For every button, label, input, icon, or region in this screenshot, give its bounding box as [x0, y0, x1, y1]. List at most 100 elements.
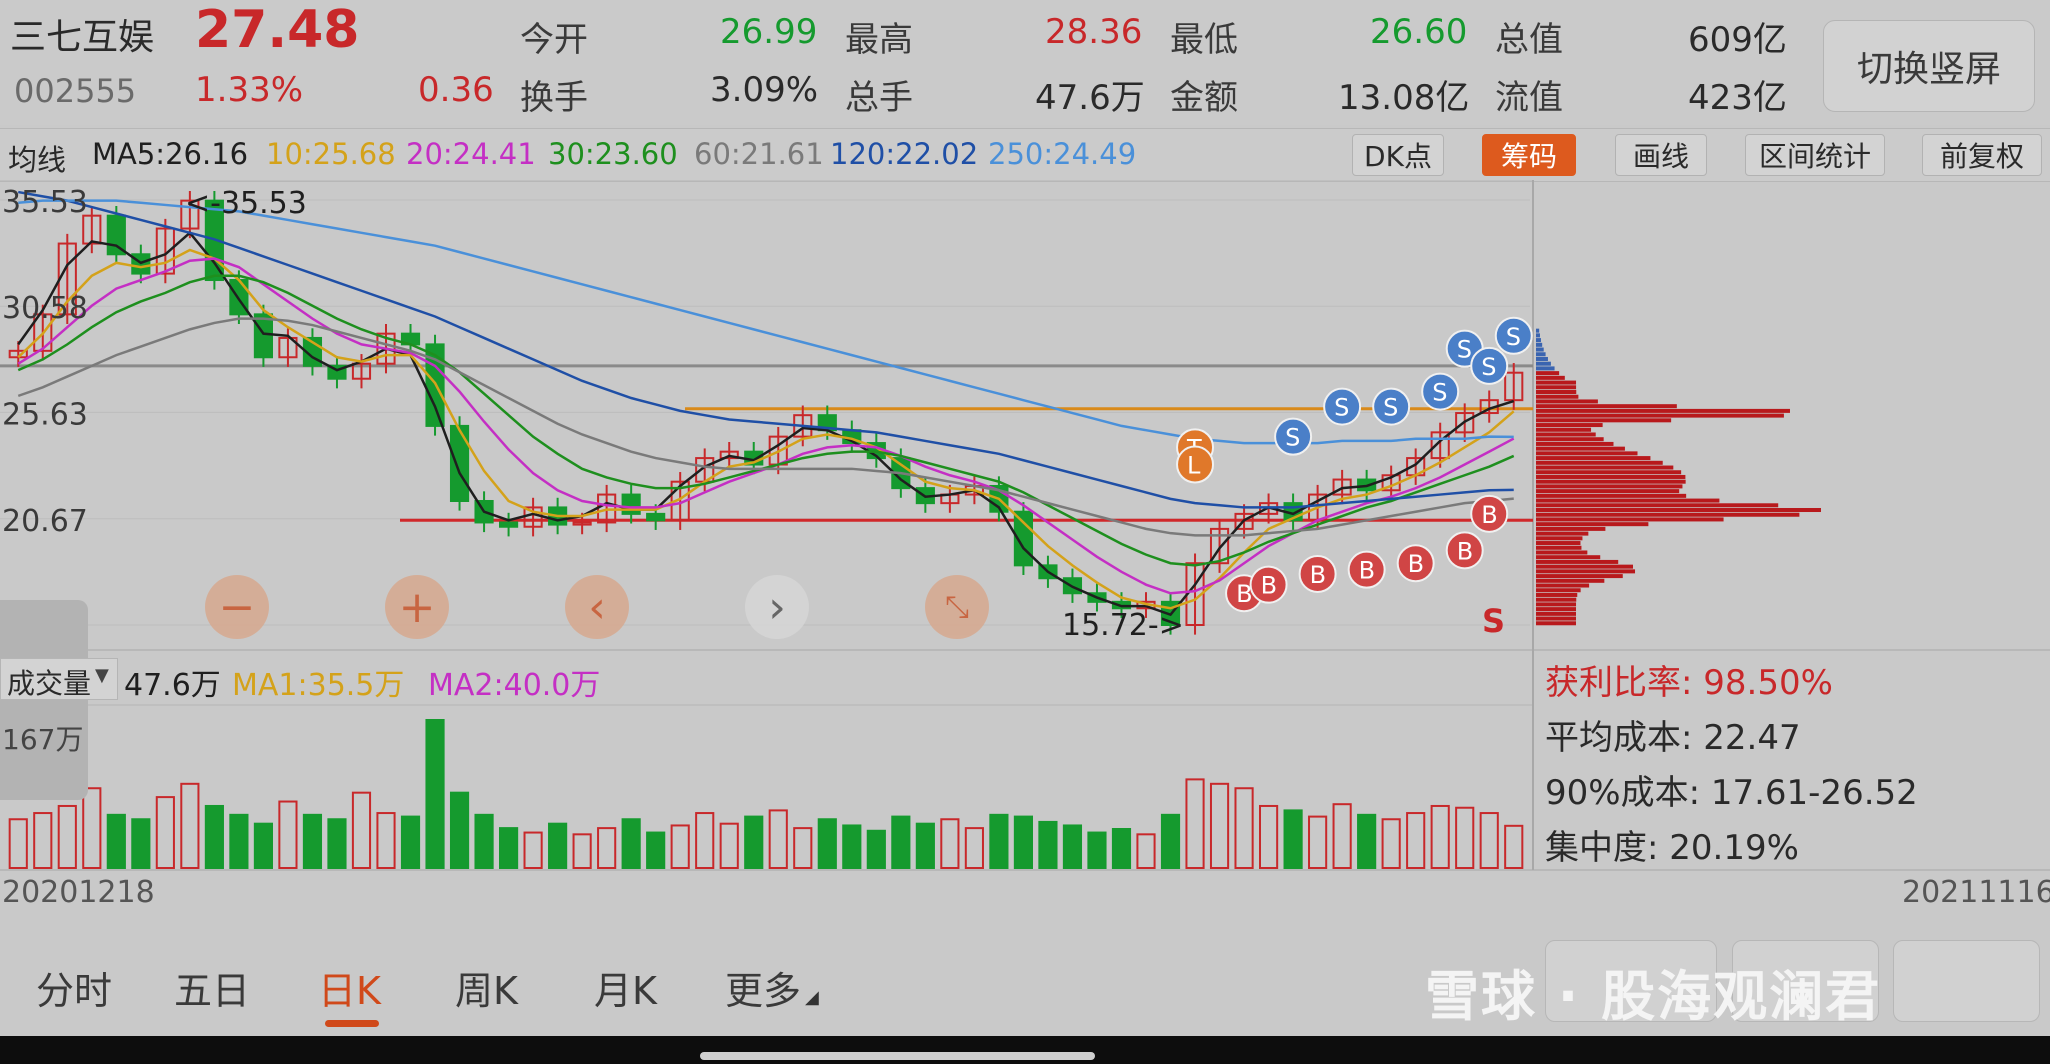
range-stats-button[interactable]: 区间统计 — [1745, 134, 1885, 176]
volume-bar — [940, 818, 960, 870]
y-tick-label: 35.53 — [2, 185, 88, 220]
volume-label: 总手 — [845, 78, 913, 118]
chip-bar — [1536, 616, 1576, 621]
volume-bar — [1062, 824, 1083, 869]
chip-bar — [1536, 470, 1682, 475]
amount-value: 13.08亿 — [1338, 78, 1470, 118]
adjust-button[interactable]: 前复权 — [1922, 134, 2042, 176]
ma120-line — [18, 190, 1514, 509]
tab-five-day[interactable]: 五日 — [174, 960, 250, 1015]
switch-portrait-button[interactable]: 切换竖屏 — [1823, 20, 2035, 112]
zoom-out-button[interactable]: − — [205, 575, 269, 639]
volume-bar — [817, 818, 837, 870]
draw-line-button[interactable]: 画线 — [1615, 134, 1707, 176]
watermark: 雪球 · 股海观澜君 — [1425, 965, 1882, 1028]
tab-weekly-k[interactable]: 周K — [455, 960, 518, 1015]
candle-body — [253, 313, 274, 359]
volume-indicator-select[interactable]: 成交量 ▼ — [0, 658, 118, 700]
signal-letter: S — [1481, 353, 1496, 381]
volume-bar — [1111, 828, 1132, 869]
scroll-left-button[interactable]: ‹ — [565, 575, 629, 639]
chip-bar — [1536, 493, 1687, 498]
chip-bar — [1536, 512, 1800, 517]
volume-bar — [449, 791, 470, 869]
chip-bar — [1536, 588, 1581, 593]
chip-bar — [1536, 456, 1651, 461]
chevron-right-icon: › — [768, 581, 786, 633]
chevron-left-icon: ‹ — [588, 581, 606, 633]
collapse-button[interactable]: ⤡ — [925, 575, 989, 639]
tab-monthly-k[interactable]: 月K — [594, 960, 657, 1015]
float-mv-value: 423亿 — [1688, 78, 1787, 118]
volume-bar — [1136, 833, 1156, 870]
candle-body — [449, 424, 470, 502]
signal-letter: S — [1506, 323, 1521, 351]
volume-bar — [548, 822, 568, 869]
low-value: 26.60 — [1370, 12, 1468, 52]
ma-title[interactable]: 均线 — [8, 137, 66, 179]
volume-bar — [1406, 812, 1426, 869]
candle-body — [499, 521, 519, 528]
ma30-value: 30:23.60 — [548, 137, 678, 171]
volume-bar — [1209, 782, 1230, 870]
scroll-right-button[interactable]: › — [745, 575, 809, 639]
stock-price: 27.48 — [195, 0, 360, 60]
chips-button[interactable]: 筹码 — [1482, 134, 1576, 176]
volume-bar — [474, 813, 494, 870]
chip-bar — [1536, 413, 1784, 418]
chip-bar — [1536, 375, 1565, 380]
volume-bar — [670, 824, 690, 869]
tab-more[interactable]: 更多 — [725, 960, 801, 1015]
candle-body — [621, 493, 641, 515]
chip-bar — [1536, 611, 1577, 616]
signal-letter: B — [1408, 550, 1424, 578]
chip-bar — [1536, 526, 1606, 531]
ma10-value: 10:25.68 — [266, 137, 396, 171]
signal-letter: L — [1187, 452, 1201, 480]
high-value: 28.36 — [1045, 12, 1143, 52]
ma-legend-bar: 均线 MA5:26.16 10:25.68 20:24.41 30:23.60 … — [0, 128, 2050, 182]
amount-label: 金额 — [1170, 78, 1238, 118]
chip-bar — [1536, 361, 1551, 366]
volume-bar — [1479, 812, 1499, 869]
chip-bar — [1536, 441, 1614, 446]
volume-bar — [915, 822, 935, 869]
home-indicator[interactable] — [700, 1052, 1095, 1060]
volume-ma1: MA1:35.5万 — [232, 668, 405, 703]
dk-point-button[interactable]: DK点 — [1352, 134, 1444, 176]
chip-bar — [1536, 574, 1623, 579]
chip-bar — [1536, 508, 1821, 513]
volume-bar — [1504, 824, 1524, 869]
quote-header: 三七互娱 27.48 002555 1.33% 0.36 今开 26.99 换手… — [0, 0, 2050, 125]
chip-bar — [1536, 380, 1577, 385]
cost-90: 90%成本: 17.61-26.52 — [1545, 773, 1918, 813]
chip-bar — [1536, 408, 1790, 413]
active-tab-underline — [325, 1020, 379, 1027]
tab-intraday[interactable]: 分时 — [36, 960, 112, 1015]
zoom-in-button[interactable]: + — [385, 575, 449, 639]
volume-ma2: MA2:40.0万 — [428, 668, 601, 703]
chip-bar — [1536, 517, 1724, 522]
chip-bar — [1536, 366, 1555, 371]
chip-bar — [1536, 437, 1604, 442]
volume-current: 47.6万 — [124, 668, 221, 703]
profit-ratio: 获利比率: 98.50% — [1545, 663, 1833, 703]
volume-bar — [155, 796, 175, 870]
low-annotation: 15.72-> — [1062, 608, 1184, 643]
volume-bar — [180, 782, 200, 870]
chip-bar — [1536, 621, 1576, 626]
volume-bar — [1381, 818, 1401, 870]
signal-letter: S — [1383, 394, 1398, 422]
volume-bar — [1013, 815, 1033, 870]
volume-bar — [646, 831, 666, 870]
ma250-value: 250:24.49 — [988, 137, 1137, 171]
chip-bar — [1536, 583, 1590, 588]
volume-bar — [106, 813, 126, 870]
tab-daily-k[interactable]: 日K — [318, 960, 381, 1015]
shrink-icon: ⤡ — [945, 589, 969, 625]
change-pct: 1.33% — [195, 70, 304, 110]
chip-bar — [1536, 427, 1592, 432]
volume-bar — [891, 815, 911, 870]
chip-bar — [1536, 531, 1589, 536]
volume-bar — [204, 804, 224, 869]
